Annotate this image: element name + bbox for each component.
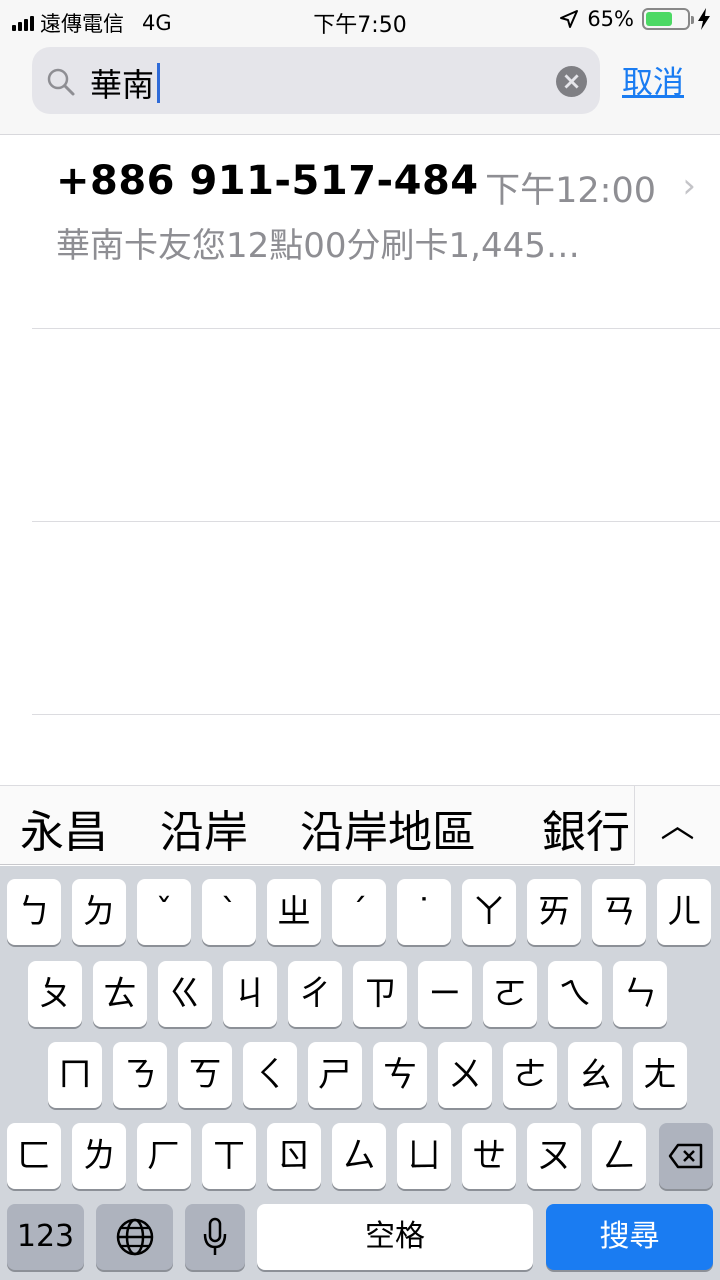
key[interactable]: ㄋ: [113, 1042, 167, 1108]
numbers-key[interactable]: 123: [7, 1204, 84, 1270]
empty-row: [32, 329, 720, 522]
key[interactable]: ㄩ: [397, 1123, 451, 1189]
key[interactable]: ㄐ: [223, 961, 277, 1027]
message-sender: +886 911-517-484: [56, 158, 479, 204]
key[interactable]: ㄅ: [7, 879, 61, 945]
microphone-key[interactable]: [185, 1204, 245, 1270]
search-header: 華南 × 取消: [0, 40, 720, 135]
location-arrow-icon: [560, 10, 579, 28]
key[interactable]: ㄖ: [267, 1123, 321, 1189]
key[interactable]: ㄛ: [483, 961, 537, 1027]
cancel-button[interactable]: 取消: [622, 57, 684, 102]
microphone-icon: [203, 1217, 227, 1255]
space-key[interactable]: 空格: [257, 1204, 533, 1270]
key[interactable]: ㄢ: [592, 879, 646, 945]
key[interactable]: ˊ: [332, 879, 386, 945]
candidate-word[interactable]: 永昌: [20, 796, 108, 860]
key[interactable]: ㄝ: [462, 1123, 516, 1189]
candidate-word[interactable]: 沿岸地區: [300, 796, 476, 860]
key[interactable]: ˙: [397, 879, 451, 945]
key[interactable]: ㄗ: [353, 961, 407, 1027]
key[interactable]: ㄇ: [48, 1042, 102, 1108]
status-bar: 遠傳電信 4G 下午7:50 65%: [0, 0, 720, 40]
search-key[interactable]: 搜尋: [546, 1204, 713, 1270]
key[interactable]: ㄓ: [267, 879, 321, 945]
search-input[interactable]: 華南 ×: [32, 47, 600, 114]
key[interactable]: ㄏ: [137, 1123, 191, 1189]
search-icon: [47, 68, 75, 96]
empty-row: [32, 522, 720, 715]
key[interactable]: ㄕ: [308, 1042, 362, 1108]
key[interactable]: ㄍ: [158, 961, 212, 1027]
search-query-text: 華南: [90, 66, 155, 104]
candidate-word[interactable]: 銀行: [542, 796, 634, 860]
status-right: 65%: [559, 7, 710, 31]
candidate-word[interactable]: 沿岸: [160, 796, 248, 860]
key[interactable]: ㄣ: [613, 961, 667, 1027]
backspace-icon: [668, 1143, 703, 1169]
message-preview: 華南卡友您12點00分刷卡1,445…: [56, 226, 580, 266]
key[interactable]: ㄙ: [332, 1123, 386, 1189]
key[interactable]: ㄥ: [592, 1123, 646, 1189]
battery-percent: 65%: [587, 7, 634, 31]
charging-bolt-icon: [698, 8, 710, 30]
key[interactable]: ˋ: [202, 879, 256, 945]
key[interactable]: ㄌ: [72, 1123, 126, 1189]
key[interactable]: ˇ: [137, 879, 191, 945]
battery-icon: [642, 8, 694, 30]
globe-key[interactable]: [96, 1204, 173, 1270]
key[interactable]: ㄨ: [438, 1042, 492, 1108]
globe-icon: [116, 1218, 153, 1256]
key[interactable]: ㄧ: [418, 961, 472, 1027]
key[interactable]: ㄆ: [28, 961, 82, 1027]
message-time: 下午12:00: [485, 171, 656, 211]
message-result-row[interactable]: +886 911-517-484 下午12:00 › 華南卡友您12點00分刷卡…: [32, 136, 720, 329]
search-query-area: 華南: [90, 60, 161, 106]
key[interactable]: ㄑ: [243, 1042, 297, 1108]
key[interactable]: ㄈ: [7, 1123, 61, 1189]
key[interactable]: ㄞ: [527, 879, 581, 945]
battery-fill: [646, 12, 672, 26]
key[interactable]: ㄤ: [633, 1042, 687, 1108]
chevron-right-icon: ›: [682, 166, 696, 206]
candidate-bar: 永昌 沿岸 沿岸地區 銀行 ︿: [0, 785, 720, 865]
backspace-key[interactable]: [659, 1123, 713, 1189]
zhuyin-keyboard: ㄅ ㄉ ˇ ˋ ㄓ ˊ ˙ ㄚ ㄞ ㄢ ㄦ ㄆ ㄊ ㄍ ㄐ ㄔ ㄗ ㄧ ㄛ ㄟ …: [0, 866, 720, 1280]
text-caret: [157, 63, 161, 103]
key[interactable]: ㄦ: [657, 879, 711, 945]
key[interactable]: ㄠ: [568, 1042, 622, 1108]
key[interactable]: ㄒ: [202, 1123, 256, 1189]
expand-candidates-icon[interactable]: ︿: [634, 786, 720, 865]
key[interactable]: ㄚ: [462, 879, 516, 945]
key[interactable]: ㄡ: [527, 1123, 581, 1189]
key[interactable]: ㄘ: [373, 1042, 427, 1108]
key[interactable]: ㄎ: [178, 1042, 232, 1108]
key[interactable]: ㄔ: [288, 961, 342, 1027]
key[interactable]: ㄉ: [72, 879, 126, 945]
key[interactable]: ㄜ: [503, 1042, 557, 1108]
key[interactable]: ㄟ: [548, 961, 602, 1027]
search-results-list: +886 911-517-484 下午12:00 › 華南卡友您12點00分刷卡…: [0, 136, 720, 715]
clear-search-icon[interactable]: ×: [556, 66, 587, 97]
key[interactable]: ㄊ: [93, 961, 147, 1027]
